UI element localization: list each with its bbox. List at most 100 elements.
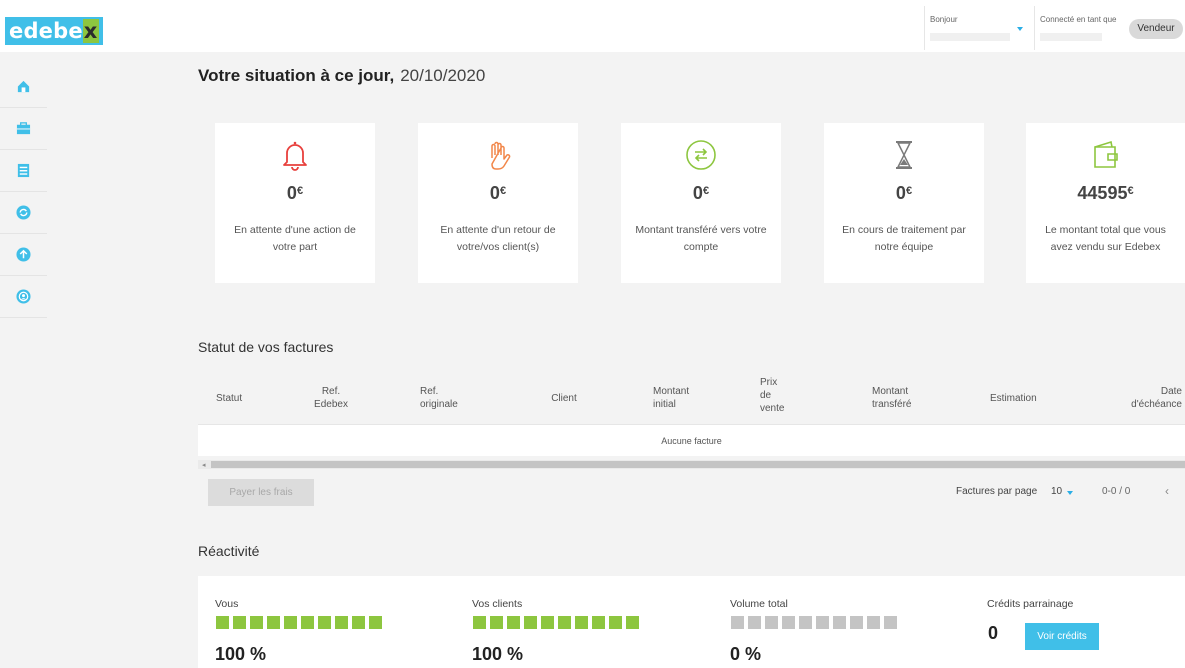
hand-icon — [491, 141, 511, 170]
reactivity-segment — [250, 616, 263, 629]
summary-card-action-required: 0€ En attente d'une action de votre part — [215, 123, 375, 283]
reactivity-segment — [507, 616, 520, 629]
pagination-range: 0-0 / 0 — [1102, 486, 1131, 497]
scrollbar-thumb[interactable] — [211, 461, 1185, 468]
column-header-client[interactable]: Client — [544, 392, 584, 405]
summary-card-processing: 0€ En cours de traitement par notre équi… — [824, 123, 984, 283]
referral-credits-value: 0 — [988, 623, 999, 643]
view-credits-button[interactable]: Voir crédits — [1025, 623, 1099, 650]
summary-card-total-sold: 44595€ Le montant total que vous avez ve… — [1026, 123, 1185, 283]
reactivity-segment — [541, 616, 554, 629]
header-divider — [924, 6, 925, 50]
document-list-icon — [17, 163, 30, 178]
referral-credits-label: Crédits parrainage — [987, 598, 1074, 610]
per-page-select[interactable]: 10 — [1051, 486, 1062, 497]
current-date: 20/10/2020 — [400, 66, 486, 85]
card-amount: 0€ — [489, 183, 507, 203]
column-header-sale-price[interactable]: Prix de vente — [760, 376, 790, 415]
column-header-transferred-amount[interactable]: Montant transféré — [872, 385, 932, 411]
reactivity-segment — [799, 616, 812, 629]
reactivity-segment — [490, 616, 503, 629]
reactivity-segment — [731, 616, 744, 629]
column-header-edebex-ref[interactable]: Ref. Edebex — [306, 385, 356, 411]
pay-fees-button[interactable]: Payer les frais — [208, 479, 314, 506]
greeting-label: Bonjour — [930, 15, 958, 24]
column-header-estimation[interactable]: Estimation — [990, 392, 1050, 405]
reactivity-segment — [850, 616, 863, 629]
card-description: En attente d'une action de votre part — [234, 224, 356, 253]
reactivity-segment — [369, 616, 382, 629]
card-description: Montant transféré vers votre compte — [635, 224, 767, 253]
briefcase-icon — [16, 122, 31, 135]
sidebar-item-invoices[interactable] — [0, 150, 47, 192]
column-header-status[interactable]: Statut — [216, 392, 242, 405]
bell-icon — [283, 141, 307, 171]
reactivity-segment — [558, 616, 571, 629]
reactivity-segment — [765, 616, 778, 629]
scroll-left-arrow-icon[interactable]: ◂ — [202, 461, 206, 469]
header-divider — [1034, 6, 1035, 50]
column-header-due-date[interactable]: Date d'échéance — [1102, 385, 1182, 411]
page-title: Votre situation à ce jour, 20/10/2020 — [198, 66, 486, 85]
logged-in-value-redacted — [1040, 33, 1102, 41]
previous-page-icon[interactable]: ‹ — [1165, 484, 1169, 498]
reactivity-label-clients: Vos clients — [472, 598, 523, 610]
reactivity-segment — [782, 616, 795, 629]
sidebar-item-home[interactable] — [0, 66, 47, 108]
invoices-table-body: Aucune facture — [198, 424, 1185, 456]
table-horizontal-scrollbar[interactable]: ◂ — [198, 460, 1185, 469]
invoices-table-header: Statut Ref. Edebex Ref. originale Client M… — [198, 372, 1185, 424]
sidebar-item-referral[interactable] — [0, 276, 47, 318]
summary-card-transferred: 0€ Montant transféré vers votre compte — [621, 123, 781, 283]
reactivity-segment — [352, 616, 365, 629]
reactivity-segment — [233, 616, 246, 629]
edebex-logo[interactable]: edebex — [5, 17, 103, 45]
sidebar-item-upload[interactable] — [0, 234, 47, 276]
column-header-original-ref[interactable]: Ref. originale — [420, 385, 470, 411]
reactivity-label-you: Vous — [215, 598, 239, 610]
summary-card-client-feedback: 0€ En attente d'un retour de votre/vos c… — [418, 123, 578, 283]
transfer-icon — [686, 140, 716, 170]
reactivity-segment — [833, 616, 846, 629]
card-description: Le montant total que vous avez vendu sur… — [1045, 224, 1166, 253]
reactivity-segment — [884, 616, 897, 629]
reactivity-section-title: Réactivité — [198, 543, 260, 559]
card-amount: 0€ — [692, 183, 710, 203]
reactivity-percent-you: 100 % — [215, 644, 267, 664]
reactivity-segment — [748, 616, 761, 629]
refresh-circle-icon — [16, 205, 31, 220]
reactivity-segment — [816, 616, 829, 629]
card-description: En cours de traitement par notre équipe — [842, 224, 966, 253]
reactivity-segment — [524, 616, 537, 629]
invoices-section-title: Statut de vos factures — [198, 339, 334, 355]
logged-in-label: Connecté en tant que — [1040, 15, 1117, 24]
sidebar-item-sync[interactable] — [0, 192, 47, 234]
wallet-icon — [1093, 140, 1118, 168]
reactivity-segment — [473, 616, 486, 629]
card-amount: 44595€ — [1077, 183, 1134, 203]
card-amount: 0€ — [286, 183, 304, 203]
reactivity-segment — [592, 616, 605, 629]
hourglass-icon — [896, 141, 912, 169]
user-name-redacted — [930, 33, 1010, 41]
column-header-initial-amount[interactable]: Montant initial — [653, 385, 703, 411]
user-menu-caret-icon[interactable] — [1017, 27, 1023, 31]
reactivity-percent-total-volume: 0 % — [730, 644, 762, 664]
per-page-label: Factures par page — [956, 486, 1038, 497]
role-badge[interactable]: Vendeur — [1129, 19, 1183, 39]
reactivity-segment — [284, 616, 297, 629]
home-icon — [17, 80, 30, 93]
card-amount: 0€ — [895, 183, 913, 203]
sidebar-item-portfolio[interactable] — [0, 108, 47, 150]
reactivity-segment — [867, 616, 880, 629]
per-page-caret-icon[interactable] — [1067, 491, 1073, 495]
reactivity-segment — [335, 616, 348, 629]
reactivity-segment — [267, 616, 280, 629]
reactivity-segment — [301, 616, 314, 629]
reactivity-bar-total-volume — [731, 616, 897, 629]
referral-icon — [16, 289, 31, 304]
reactivity-segment — [318, 616, 331, 629]
reactivity-bar-clients — [473, 616, 639, 629]
reactivity-percent-clients: 100 % — [472, 644, 524, 664]
reactivity-segment — [216, 616, 229, 629]
